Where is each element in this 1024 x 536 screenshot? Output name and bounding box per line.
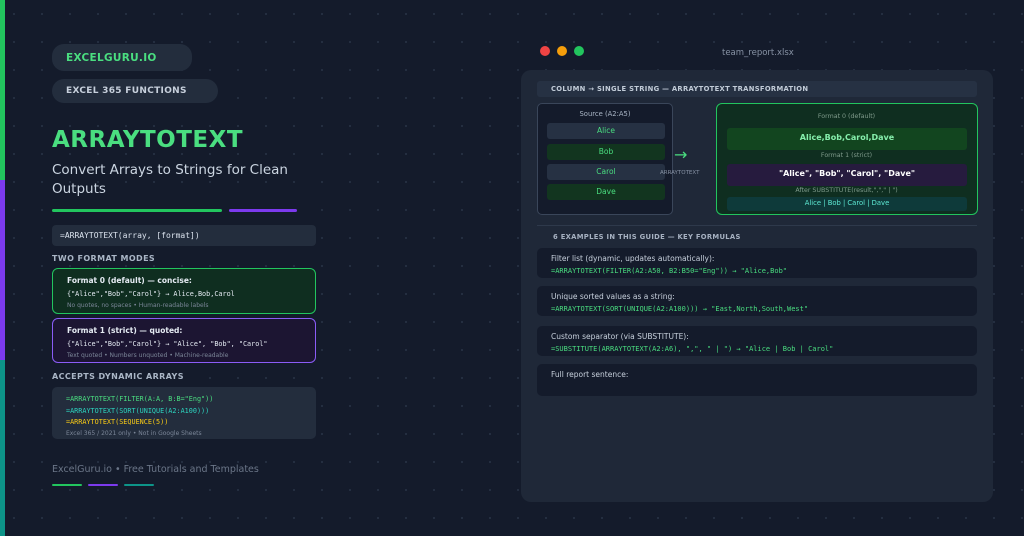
format-results-panel: Format 0 (default) Alice,Bob,Carol,Dave … [716, 103, 978, 215]
syntax-code: =ARRAYTOTEXT(array, [format]) [52, 225, 316, 246]
source-title: Source (A2:A5) [579, 110, 631, 118]
format-1-example: {"Alice","Bob","Carol"} → "Alice", "Bob"… [67, 340, 268, 348]
category-badge: EXCEL 365 FUNCTIONS [52, 79, 218, 103]
footer-bar-green [52, 484, 82, 486]
footer-credit: ExcelGuru.io • Free Tutorials and Templa… [52, 464, 259, 475]
arrow-label: ARRAYTOTEXT [660, 170, 700, 176]
source-cell: Bob [547, 144, 665, 160]
format-1-note: Text quoted • Numbers unquoted • Machine… [67, 352, 229, 359]
window-title: team_report.xlsx [722, 48, 794, 58]
source-cell: Alice [547, 123, 665, 139]
format-1-card: Format 1 (strict) — quoted: {"Alice","Bo… [52, 318, 316, 363]
dynamic-note: Excel 365 / 2021 only • Not in Google Sh… [66, 429, 202, 437]
title-underline-green [52, 209, 222, 212]
accent-bar-teal [0, 360, 5, 536]
format-0-result: Alice,Bob,Carol,Dave [727, 128, 967, 150]
format-0-title: Format 0 (default) — concise: [67, 276, 192, 285]
example-card: Unique sorted values as a string: =ARRAY… [537, 286, 977, 316]
footer-bar-teal [124, 484, 154, 486]
source-cell: Dave [547, 184, 665, 200]
page-subtitle: Convert Arrays to Strings for Clean Outp… [52, 162, 288, 197]
dynamic-formula-filter: =ARRAYTOTEXT(FILTER(A:A, B:B="Eng")) [66, 395, 214, 403]
example-formula: =ARRAYTOTEXT(FILTER(A2:A50, B2:B50="Eng"… [551, 267, 788, 275]
format-0-note: No quotes, no spaces • Human-readable la… [67, 302, 209, 309]
right-arrow-icon: → [674, 145, 688, 164]
dynamic-formula-sort-unique: =ARRAYTOTEXT(SORT(UNIQUE(A2:A100))) [66, 406, 210, 415]
example-description: Filter list (dynamic, updates automatica… [551, 254, 715, 263]
examples-heading: 6 EXAMPLES IN THIS GUIDE — KEY FORMULAS [553, 233, 741, 241]
dynamic-formulas-box: =ARRAYTOTEXT(FILTER(A:A, B:B="Eng")) =AR… [52, 387, 316, 439]
format-0-card: Format 0 (default) — concise: {"Alice","… [52, 268, 316, 314]
page-title: ARRAYTOTEXT [52, 127, 244, 153]
example-description: Custom separator (via SUBSTITUTE): [551, 332, 689, 341]
example-card: Full report sentence: [537, 364, 977, 396]
example-card: Filter list (dynamic, updates automatica… [537, 248, 977, 278]
window-minimize-button[interactable] [557, 46, 567, 56]
source-cell: Carol [547, 164, 665, 180]
accent-bar-purple [0, 180, 5, 360]
source-panel: Source (A2:A5) Alice Bob Carol Dave [537, 103, 673, 215]
substitute-result: Alice | Bob | Carol | Dave [727, 197, 967, 211]
format-0-caption: Format 0 (default) [817, 113, 876, 120]
modes-heading: TWO FORMAT MODES [52, 254, 156, 263]
dynamic-heading: ACCEPTS DYNAMIC ARRAYS [52, 372, 184, 381]
format-1-title: Format 1 (strict) — quoted: [67, 326, 183, 335]
example-formula: =SUBSTITUTE(ARRAYTOTEXT(A2:A6), ",", " |… [551, 345, 834, 353]
format-1-caption: Format 1 (strict) [820, 152, 873, 159]
window-close-button[interactable] [540, 46, 550, 56]
dynamic-formula-sequence: =ARRAYTOTEXT(SEQUENCE(5)) [66, 418, 169, 426]
transformation-header: COLUMN → SINGLE STRING — ARRAYTOTEXT TRA… [537, 81, 977, 97]
example-card: Custom separator (via SUBSTITUTE): =SUBS… [537, 326, 977, 356]
format-0-example: {"Alice","Bob","Carol"} → Alice,Bob,Caro… [67, 290, 235, 298]
title-underline-purple [229, 209, 297, 212]
window-maximize-button[interactable] [574, 46, 584, 56]
substitute-caption: After SUBSTITUTE(result,","," | ") [795, 187, 898, 194]
example-formula: =ARRAYTOTEXT(SORT(UNIQUE(A2:A100))) → "E… [551, 305, 809, 313]
brand-badge: EXCELGURU.IO [52, 44, 192, 71]
example-description: Unique sorted values as a string: [551, 292, 675, 301]
footer-bar-purple [88, 484, 118, 486]
example-description: Full report sentence: [551, 370, 629, 379]
divider [537, 225, 977, 226]
accent-bar-green [0, 0, 5, 180]
format-1-result: "Alice", "Bob", "Carol", "Dave" [727, 164, 967, 186]
